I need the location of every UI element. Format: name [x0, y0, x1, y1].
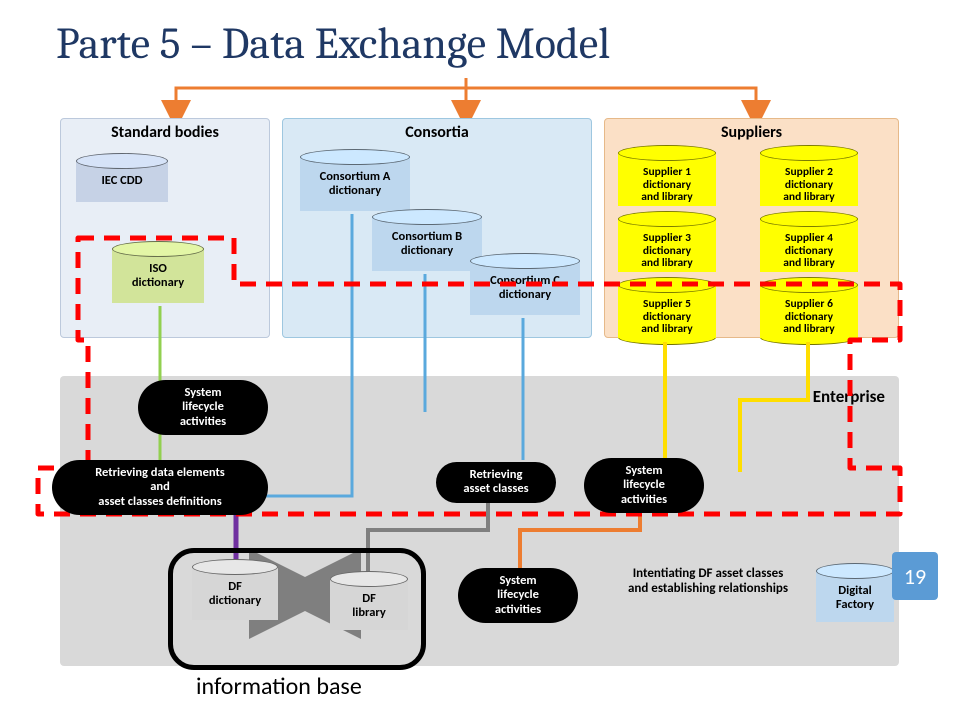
pill-system-lifecycle-2: System lifecycle activities [584, 458, 704, 513]
cyl-supplier-1: Supplier 1 dictionary and library [618, 152, 716, 206]
cyl-supplier-4: Supplier 4 dictionary and library [760, 218, 858, 272]
pill-system-lifecycle-3: System lifecycle activities [458, 568, 578, 623]
cyl-iec-cdd: IEC CDD [76, 160, 168, 202]
page-number-badge: 19 [892, 552, 938, 600]
panel-standard-bodies: Standard bodies [60, 118, 270, 338]
cyl-digital-factory: Digital Factory [816, 570, 894, 622]
pill-retrieve-assets: Retrieving asset classes [436, 462, 556, 503]
cyl-df-library: DF library [330, 578, 408, 630]
cyl-supplier-3: Supplier 3 dictionary and library [618, 218, 716, 272]
cyl-consortium-a: Consortium A dictionary [300, 156, 410, 211]
cyl-df-dictionary: DF dictionary [192, 566, 278, 620]
pill-retrieve-defs: Retrieving data elements and asset class… [52, 460, 268, 515]
header-consortia: Consortia [283, 119, 591, 146]
pill-system-lifecycle-1: System lifecycle activities [138, 380, 268, 435]
cyl-supplier-2: Supplier 2 dictionary and library [760, 152, 858, 206]
cyl-consortium-b: Consortium B dictionary [372, 216, 482, 271]
header-standard-bodies: Standard bodies [61, 119, 269, 146]
cyl-supplier-5: Supplier 5 dictionary and library [618, 284, 716, 338]
cyl-supplier-6: Supplier 6 dictionary and library [760, 284, 858, 338]
intentiating-label: Intentiating DF asset classes and establ… [598, 566, 818, 596]
enterprise-label: Enterprise [813, 386, 885, 407]
header-suppliers: Suppliers [605, 119, 898, 146]
cyl-iso-dictionary: ISO dictionary [112, 248, 204, 303]
information-base-caption: information base [196, 672, 362, 701]
cyl-consortium-c: Consortium C dictionary [470, 260, 580, 315]
page-title: Parte 5 – Data Exchange Model [56, 18, 610, 69]
